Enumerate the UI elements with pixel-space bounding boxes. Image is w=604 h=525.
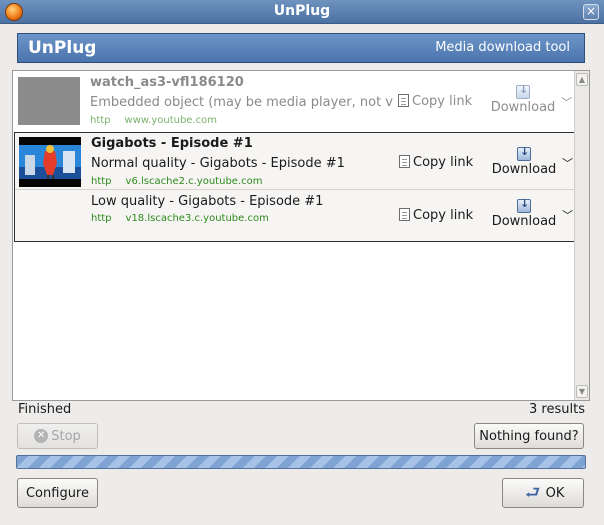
- ok-button[interactable]: ⮐ OK: [502, 478, 584, 508]
- chevron-down-icon[interactable]: ﹀: [562, 155, 573, 171]
- url-host: v6.lscache2.c.youtube.com: [125, 176, 263, 187]
- url-protocol: http: [91, 213, 112, 224]
- result-description: Low quality - Gigabots - Episode #1: [91, 194, 324, 209]
- download-icon: [517, 197, 531, 213]
- result-row-low-quality: Low quality - Gigabots - Episode #1 http…: [15, 189, 574, 242]
- video-thumbnail-image: [19, 137, 81, 187]
- copy-link-button[interactable]: Copy link: [398, 94, 472, 109]
- result-url: http v18.lscache3.c.youtube.com: [91, 213, 269, 224]
- ok-arrow-icon: ⮐: [524, 483, 541, 503]
- video-thumbnail: [19, 137, 81, 187]
- url-protocol: http: [91, 176, 112, 187]
- header-banner: UnPlug Media download tool: [17, 33, 585, 63]
- close-icon[interactable]: ×: [583, 4, 599, 20]
- document-icon: [399, 208, 410, 221]
- url-host: v18.lscache3.c.youtube.com: [125, 213, 269, 224]
- chevron-down-icon[interactable]: ﹀: [561, 94, 572, 110]
- title-bar: UnPlug ×: [0, 0, 604, 24]
- results-count: 3 results: [529, 402, 585, 417]
- result-description: Embedded object (may be media player, no…: [90, 95, 394, 110]
- result-url: http www.youtube.com: [90, 115, 217, 126]
- result-title: Gigabots - Episode #1: [91, 136, 253, 151]
- progress-bar: [16, 455, 586, 469]
- download-button[interactable]: Download: [489, 197, 559, 229]
- scroll-up-icon[interactable]: ▲: [576, 73, 588, 86]
- vertical-scrollbar[interactable]: ▲ ▼: [574, 71, 589, 400]
- result-group-embedded: watch_as3-vfl186120 Embedded object (may…: [14, 72, 575, 130]
- window-title: UnPlug: [273, 3, 331, 19]
- download-button[interactable]: Download: [488, 83, 558, 115]
- thumbnail-placeholder: [18, 77, 80, 125]
- url-protocol: http: [90, 115, 111, 126]
- nothing-found-button[interactable]: Nothing found?: [474, 423, 584, 449]
- result-row-normal-quality: Gigabots - Episode #1 Normal quality - G…: [15, 133, 574, 189]
- banner-app-name: UnPlug: [28, 38, 97, 58]
- download-button[interactable]: Download: [489, 145, 559, 177]
- copy-link-button[interactable]: Copy link: [399, 208, 473, 223]
- result-description: Normal quality - Gigabots - Episode #1: [91, 156, 345, 171]
- configure-button[interactable]: Configure: [17, 478, 98, 508]
- status-text: Finished: [18, 402, 72, 417]
- stop-button[interactable]: ✕ Stop: [17, 423, 98, 449]
- download-icon: [517, 145, 531, 161]
- banner-subtitle: Media download tool: [435, 40, 570, 55]
- url-host: www.youtube.com: [124, 115, 217, 126]
- results-list[interactable]: watch_as3-vfl186120 Embedded object (may…: [12, 70, 590, 401]
- download-icon: [516, 83, 530, 99]
- result-url: http v6.lscache2.c.youtube.com: [91, 176, 262, 187]
- copy-link-button[interactable]: Copy link: [399, 155, 473, 170]
- scroll-down-icon[interactable]: ▼: [576, 385, 588, 398]
- stop-icon: ✕: [34, 429, 49, 443]
- document-icon: [398, 94, 409, 107]
- document-icon: [399, 155, 410, 168]
- result-title: watch_as3-vfl186120: [90, 75, 244, 90]
- chevron-down-icon[interactable]: ﹀: [562, 207, 573, 223]
- result-group-gigabots: Gigabots - Episode #1 Normal quality - G…: [14, 132, 575, 242]
